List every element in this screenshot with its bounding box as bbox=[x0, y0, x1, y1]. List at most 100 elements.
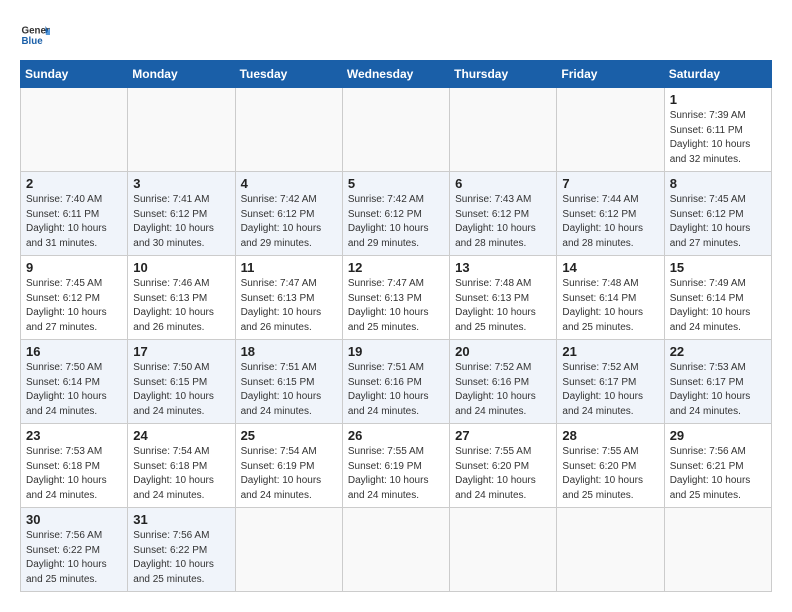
calendar-row: 1Sunrise: 7:39 AMSunset: 6:11 PMDaylight… bbox=[21, 88, 772, 172]
calendar-cell: 15 Sunrise: 7:49 AMSunset: 6:14 PMDayligh… bbox=[664, 256, 771, 340]
calendar-cell bbox=[557, 88, 664, 172]
day-number: 20 bbox=[455, 344, 551, 359]
calendar-cell: 29Sunrise: 7:56 AMSunset: 6:21 PMDayligh… bbox=[664, 424, 771, 508]
calendar-cell: 10Sunrise: 7:46 AMSunset: 6:13 PMDayligh… bbox=[128, 256, 235, 340]
calendar-row: 23Sunrise: 7:53 AMSunset: 6:18 PMDayligh… bbox=[21, 424, 772, 508]
calendar-cell: 23Sunrise: 7:53 AMSunset: 6:18 PMDayligh… bbox=[21, 424, 128, 508]
calendar-row: 16 Sunrise: 7:50 AMSunset: 6:14 PMDayligh… bbox=[21, 340, 772, 424]
day-info: Sunrise: 7:49 AMSunset: 6:14 PMDaylight:… bbox=[670, 277, 766, 335]
day-info: Sunrise: 7:42 AMSunset: 6:12 PMDaylight:… bbox=[241, 193, 337, 251]
calendar-cell bbox=[128, 88, 235, 172]
day-info: Sunrise: 7:44 AMSunset: 6:12 PMDaylight:… bbox=[562, 193, 658, 251]
day-number: 16 bbox=[26, 344, 122, 359]
day-info: Sunrise: 7:41 AMSunset: 6:12 PMDaylight:… bbox=[133, 193, 229, 251]
header-cell-monday: Monday bbox=[128, 61, 235, 88]
calendar-cell: 12Sunrise: 7:47 AMSunset: 6:13 PMDayligh… bbox=[342, 256, 449, 340]
calendar-cell: 22 Sunrise: 7:53 AMSunset: 6:17 PMDayligh… bbox=[664, 340, 771, 424]
day-info: Sunrise: 7:43 AMSunset: 6:12 PMDaylight:… bbox=[455, 193, 551, 251]
day-info: Sunrise: 7:48 AMSunset: 6:14 PMDaylight:… bbox=[562, 277, 658, 335]
header-cell-saturday: Saturday bbox=[664, 61, 771, 88]
calendar-cell: 14 Sunrise: 7:48 AMSunset: 6:14 PMDayligh… bbox=[557, 256, 664, 340]
logo: General Blue bbox=[20, 20, 50, 50]
day-info: Sunrise: 7:54 AMSunset: 6:18 PMDaylight:… bbox=[133, 445, 229, 503]
calendar-cell: 4 Sunrise: 7:42 AMSunset: 6:12 PMDaylight… bbox=[235, 172, 342, 256]
calendar-row: 30 Sunrise: 7:56 AMSunset: 6:22 PMDayligh… bbox=[21, 508, 772, 592]
calendar-table: SundayMondayTuesdayWednesdayThursdayFrid… bbox=[20, 60, 772, 592]
calendar-cell: 16 Sunrise: 7:50 AMSunset: 6:14 PMDayligh… bbox=[21, 340, 128, 424]
day-number: 25 bbox=[241, 428, 337, 443]
day-info: Sunrise: 7:53 AMSunset: 6:18 PMDaylight:… bbox=[26, 445, 122, 503]
calendar-cell: 2 Sunrise: 7:40 AMSunset: 6:11 PMDaylight… bbox=[21, 172, 128, 256]
day-number: 7 bbox=[562, 176, 658, 191]
day-info: Sunrise: 7:52 AMSunset: 6:16 PMDaylight:… bbox=[455, 361, 551, 419]
day-info: Sunrise: 7:56 AMSunset: 6:21 PMDaylight:… bbox=[670, 445, 766, 503]
day-number: 15 bbox=[670, 260, 766, 275]
day-info: Sunrise: 7:50 AMSunset: 6:14 PMDaylight:… bbox=[26, 361, 122, 419]
day-number: 30 bbox=[26, 512, 122, 527]
calendar-cell: 6Sunrise: 7:43 AMSunset: 6:12 PMDaylight… bbox=[450, 172, 557, 256]
calendar-cell: 24 Sunrise: 7:54 AMSunset: 6:18 PMDayligh… bbox=[128, 424, 235, 508]
calendar-cell: 1Sunrise: 7:39 AMSunset: 6:11 PMDaylight… bbox=[664, 88, 771, 172]
header-cell-friday: Friday bbox=[557, 61, 664, 88]
day-number: 17 bbox=[133, 344, 229, 359]
day-number: 26 bbox=[348, 428, 444, 443]
day-number: 28 bbox=[562, 428, 658, 443]
day-info: Sunrise: 7:56 AMSunset: 6:22 PMDaylight:… bbox=[133, 529, 229, 587]
calendar-cell: 13Sunrise: 7:48 AMSunset: 6:13 PMDayligh… bbox=[450, 256, 557, 340]
day-info: Sunrise: 7:45 AMSunset: 6:12 PMDaylight:… bbox=[670, 193, 766, 251]
day-number: 10 bbox=[133, 260, 229, 275]
day-number: 14 bbox=[562, 260, 658, 275]
calendar-cell: 17Sunrise: 7:50 AMSunset: 6:15 PMDayligh… bbox=[128, 340, 235, 424]
day-info: Sunrise: 7:40 AMSunset: 6:11 PMDaylight:… bbox=[26, 193, 122, 251]
day-number: 27 bbox=[455, 428, 551, 443]
day-info: Sunrise: 7:56 AMSunset: 6:22 PMDaylight:… bbox=[26, 529, 122, 587]
calendar-cell bbox=[557, 508, 664, 592]
day-number: 11 bbox=[241, 260, 337, 275]
calendar-cell bbox=[450, 88, 557, 172]
calendar-cell bbox=[342, 88, 449, 172]
day-number: 24 bbox=[133, 428, 229, 443]
calendar-cell: 7 Sunrise: 7:44 AMSunset: 6:12 PMDaylight… bbox=[557, 172, 664, 256]
calendar-cell bbox=[450, 508, 557, 592]
calendar-row: 9Sunrise: 7:45 AMSunset: 6:12 PMDaylight… bbox=[21, 256, 772, 340]
day-info: Sunrise: 7:55 AMSunset: 6:20 PMDaylight:… bbox=[455, 445, 551, 503]
header-cell-thursday: Thursday bbox=[450, 61, 557, 88]
calendar-cell: 3Sunrise: 7:41 AMSunset: 6:12 PMDaylight… bbox=[128, 172, 235, 256]
calendar-cell: 9Sunrise: 7:45 AMSunset: 6:12 PMDaylight… bbox=[21, 256, 128, 340]
day-number: 5 bbox=[348, 176, 444, 191]
day-number: 9 bbox=[26, 260, 122, 275]
header-cell-wednesday: Wednesday bbox=[342, 61, 449, 88]
day-info: Sunrise: 7:42 AMSunset: 6:12 PMDaylight:… bbox=[348, 193, 444, 251]
calendar-cell bbox=[21, 88, 128, 172]
day-info: Sunrise: 7:55 AMSunset: 6:20 PMDaylight:… bbox=[562, 445, 658, 503]
day-number: 1 bbox=[670, 92, 766, 107]
day-number: 19 bbox=[348, 344, 444, 359]
calendar-cell: 5 Sunrise: 7:42 AMSunset: 6:12 PMDaylight… bbox=[342, 172, 449, 256]
day-number: 31 bbox=[133, 512, 229, 527]
calendar-cell: 18 Sunrise: 7:51 AMSunset: 6:15 PMDayligh… bbox=[235, 340, 342, 424]
calendar-cell bbox=[664, 508, 771, 592]
day-info: Sunrise: 7:47 AMSunset: 6:13 PMDaylight:… bbox=[348, 277, 444, 335]
day-number: 2 bbox=[26, 176, 122, 191]
calendar-cell: 11Sunrise: 7:47 AMSunset: 6:13 PMDayligh… bbox=[235, 256, 342, 340]
calendar-cell: 26 Sunrise: 7:55 AMSunset: 6:19 PMDayligh… bbox=[342, 424, 449, 508]
day-info: Sunrise: 7:53 AMSunset: 6:17 PMDaylight:… bbox=[670, 361, 766, 419]
calendar-body: 1Sunrise: 7:39 AMSunset: 6:11 PMDaylight… bbox=[21, 88, 772, 592]
day-number: 21 bbox=[562, 344, 658, 359]
calendar-cell: 27 Sunrise: 7:55 AMSunset: 6:20 PMDayligh… bbox=[450, 424, 557, 508]
day-number: 4 bbox=[241, 176, 337, 191]
day-info: Sunrise: 7:54 AMSunset: 6:19 PMDaylight:… bbox=[241, 445, 337, 503]
day-info: Sunrise: 7:51 AMSunset: 6:15 PMDaylight:… bbox=[241, 361, 337, 419]
header-row: SundayMondayTuesdayWednesdayThursdayFrid… bbox=[21, 61, 772, 88]
day-number: 8 bbox=[670, 176, 766, 191]
header-cell-sunday: Sunday bbox=[21, 61, 128, 88]
calendar-cell: 31 Sunrise: 7:56 AMSunset: 6:22 PMDayligh… bbox=[128, 508, 235, 592]
day-number: 22 bbox=[670, 344, 766, 359]
calendar-cell bbox=[235, 508, 342, 592]
day-info: Sunrise: 7:52 AMSunset: 6:17 PMDaylight:… bbox=[562, 361, 658, 419]
day-info: Sunrise: 7:51 AMSunset: 6:16 PMDaylight:… bbox=[348, 361, 444, 419]
day-info: Sunrise: 7:55 AMSunset: 6:19 PMDaylight:… bbox=[348, 445, 444, 503]
day-number: 13 bbox=[455, 260, 551, 275]
page-header: General Blue bbox=[20, 20, 772, 50]
day-number: 18 bbox=[241, 344, 337, 359]
